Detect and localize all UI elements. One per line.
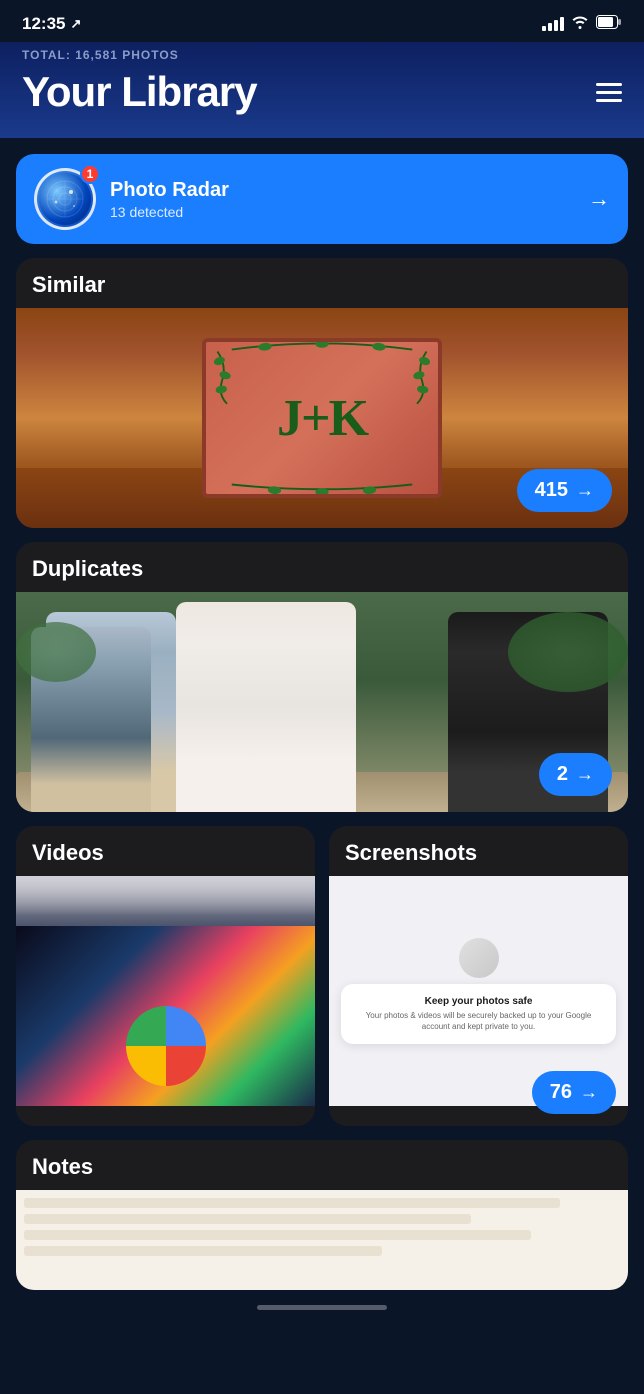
notes-image — [16, 1190, 628, 1290]
videos-card[interactable]: Videos — [16, 826, 315, 1126]
bottom-cards-row: Videos Screenshots Keep your photos safe… — [16, 826, 628, 1126]
mock-avatar — [459, 938, 499, 978]
duplicates-count-badge[interactable]: 2 → — [539, 753, 612, 796]
menu-button[interactable] — [596, 83, 622, 102]
duplicates-card[interactable]: Duplicates 2 → — [16, 542, 628, 812]
duplicates-label: Duplicates — [16, 542, 628, 592]
note-line — [24, 1198, 560, 1208]
duplicates-arrow-icon: → — [576, 764, 594, 785]
similar-arrow-icon: → — [576, 480, 594, 501]
similar-card[interactable]: Similar — [16, 258, 628, 528]
screenshots-arrow-icon: → — [580, 1082, 598, 1103]
similar-label: Similar — [16, 258, 628, 308]
note-line — [24, 1230, 531, 1240]
photo-radar-banner[interactable]: 1 Photo Radar 13 detected → — [16, 154, 628, 244]
main-content: 1 Photo Radar 13 detected → Similar — [0, 138, 644, 1290]
total-count: TOTAL: 16,581 PHOTOS — [22, 48, 622, 62]
similar-count: 415 — [535, 479, 568, 502]
screenshots-count: 76 — [550, 1081, 572, 1104]
screenshots-card[interactable]: Screenshots Keep your photos safe Your p… — [329, 826, 628, 1126]
radar-badge: 1 — [80, 164, 100, 184]
screenshots-count-badge[interactable]: 76 → — [532, 1071, 616, 1114]
home-bar — [257, 1305, 387, 1310]
page-title: Your Library — [22, 68, 257, 116]
radar-arrow-icon: → — [588, 186, 610, 212]
wifi-icon — [571, 15, 589, 33]
notes-label: Notes — [16, 1140, 628, 1190]
screenshot-mockup: Keep your photos safe Your photos & vide… — [341, 984, 616, 1044]
videos-label: Videos — [16, 826, 315, 876]
status-bar: 12:35 ↗ — [0, 0, 644, 42]
location-icon: ↗ — [70, 16, 81, 32]
status-icons — [542, 15, 622, 33]
home-indicator — [0, 1290, 644, 1324]
note-line — [24, 1246, 382, 1256]
header: TOTAL: 16,581 PHOTOS Your Library — [0, 42, 644, 138]
battery-icon — [596, 15, 622, 33]
videos-image — [16, 876, 315, 1106]
mock-body: Your photos & videos will be securely ba… — [353, 1011, 604, 1032]
status-time: 12:35 ↗ — [22, 14, 81, 34]
radar-text: Photo Radar 13 detected — [110, 179, 574, 220]
notes-card[interactable]: Notes — [16, 1140, 628, 1290]
duplicates-count: 2 — [557, 763, 568, 786]
duplicates-image — [16, 592, 628, 812]
screenshots-label: Screenshots — [329, 826, 628, 876]
note-line — [24, 1214, 471, 1224]
signal-icon — [542, 17, 564, 31]
mock-title: Keep your photos safe — [353, 996, 604, 1007]
radar-subtitle: 13 detected — [110, 204, 574, 220]
similar-count-badge[interactable]: 415 → — [517, 469, 612, 512]
radar-title: Photo Radar — [110, 179, 574, 202]
radar-icon-wrap: 1 — [34, 168, 96, 230]
